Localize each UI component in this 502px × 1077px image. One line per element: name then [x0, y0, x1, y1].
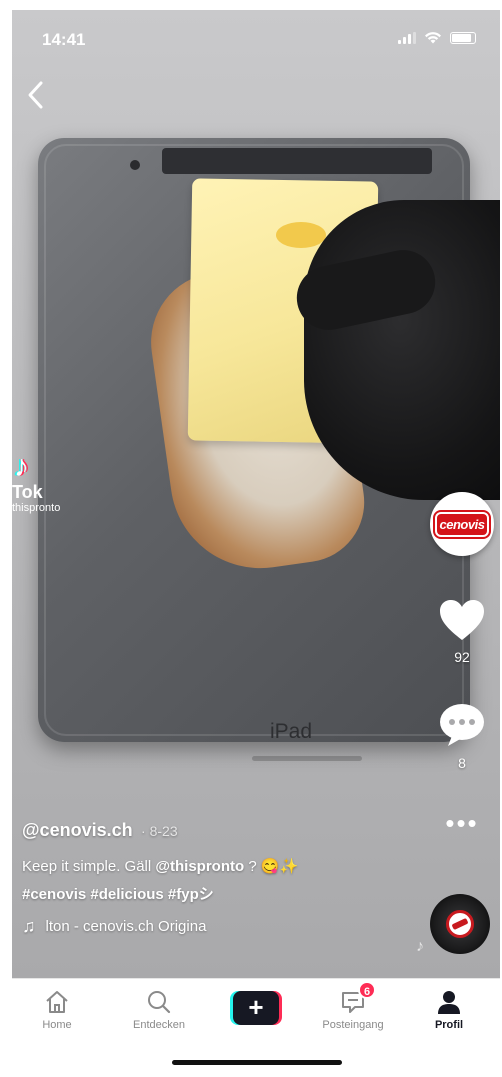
- comment-button[interactable]: 8: [432, 702, 492, 771]
- music-disc-button[interactable]: [430, 894, 490, 954]
- caption-username[interactable]: @cenovis.ch: [22, 820, 133, 840]
- tab-home-label: Home: [42, 1019, 72, 1031]
- status-icons: [398, 32, 476, 44]
- caption-text-start: Keep it simple. Gäll: [22, 858, 156, 875]
- chevron-left-icon: [28, 81, 43, 109]
- status-time: 14:41: [42, 30, 86, 49]
- music-row[interactable]: ♫ lton - cenovis.ch Origina: [22, 916, 422, 937]
- video-glove: [304, 200, 500, 500]
- heart-icon: [440, 600, 484, 640]
- caption-text-end: ? 😋✨: [244, 858, 299, 875]
- tab-home[interactable]: Home: [12, 987, 102, 1031]
- home-icon: [46, 991, 68, 1013]
- caption-hashtags[interactable]: #cenovis #delicious #fypシ: [22, 883, 422, 904]
- ipad-label: iPad: [270, 720, 313, 743]
- bottom-tab-bar: Home Entdecken + 6 Posteingang Profil: [12, 978, 500, 1042]
- video-caption: @cenovis.ch · 8-23 Keep it simple. Gäll …: [22, 820, 422, 937]
- tab-inbox-label: Posteingang: [322, 1019, 384, 1031]
- more-options-button[interactable]: •••: [436, 810, 488, 836]
- tab-profile-label: Profil: [434, 1019, 464, 1031]
- tab-inbox[interactable]: 6 Posteingang: [308, 981, 398, 1031]
- music-disc-icon: [446, 910, 474, 938]
- profile-icon: [438, 991, 460, 1014]
- create-button[interactable]: +: [230, 991, 282, 1025]
- phone-screen: iPad ♪ Tok thispronto 14:41 cenovis 92 8…: [12, 10, 500, 1077]
- caption-text: Keep it simple. Gäll @thispronto ? 😋✨: [22, 857, 422, 875]
- plus-icon: +: [233, 991, 279, 1025]
- watermark-user: thispronto: [12, 502, 61, 514]
- battery-icon: [450, 32, 476, 44]
- tab-profile[interactable]: Profil: [404, 987, 494, 1031]
- tab-discover-label: Entdecken: [133, 1019, 185, 1031]
- music-title: lton - cenovis.ch Origina: [45, 918, 207, 935]
- home-indicator[interactable]: [172, 1060, 342, 1065]
- tiktok-watermark: ♪ Tok thispronto: [12, 450, 61, 515]
- like-count: 92: [454, 649, 470, 665]
- comment-count: 8: [458, 755, 466, 771]
- creator-avatar[interactable]: cenovis: [430, 492, 494, 556]
- wifi-icon: [425, 32, 441, 44]
- inbox-badge: 6: [358, 981, 376, 999]
- tab-discover[interactable]: Entdecken: [114, 987, 204, 1031]
- music-note-icon: ♫: [22, 916, 36, 936]
- signal-icon: [398, 32, 416, 44]
- watermark-logo-text: Tok: [12, 482, 43, 502]
- tiktok-note-icon: ♪: [14, 450, 29, 483]
- caption-date: · 8-23: [141, 823, 178, 839]
- back-button[interactable]: [26, 80, 56, 110]
- avatar-brand-badge: cenovis: [434, 511, 490, 537]
- caption-mention[interactable]: @thispronto: [155, 858, 244, 875]
- search-icon: [148, 991, 171, 1014]
- floating-note-icon: ♪: [416, 938, 424, 955]
- comment-bubble-icon: [440, 704, 484, 746]
- like-button[interactable]: 92: [432, 598, 492, 665]
